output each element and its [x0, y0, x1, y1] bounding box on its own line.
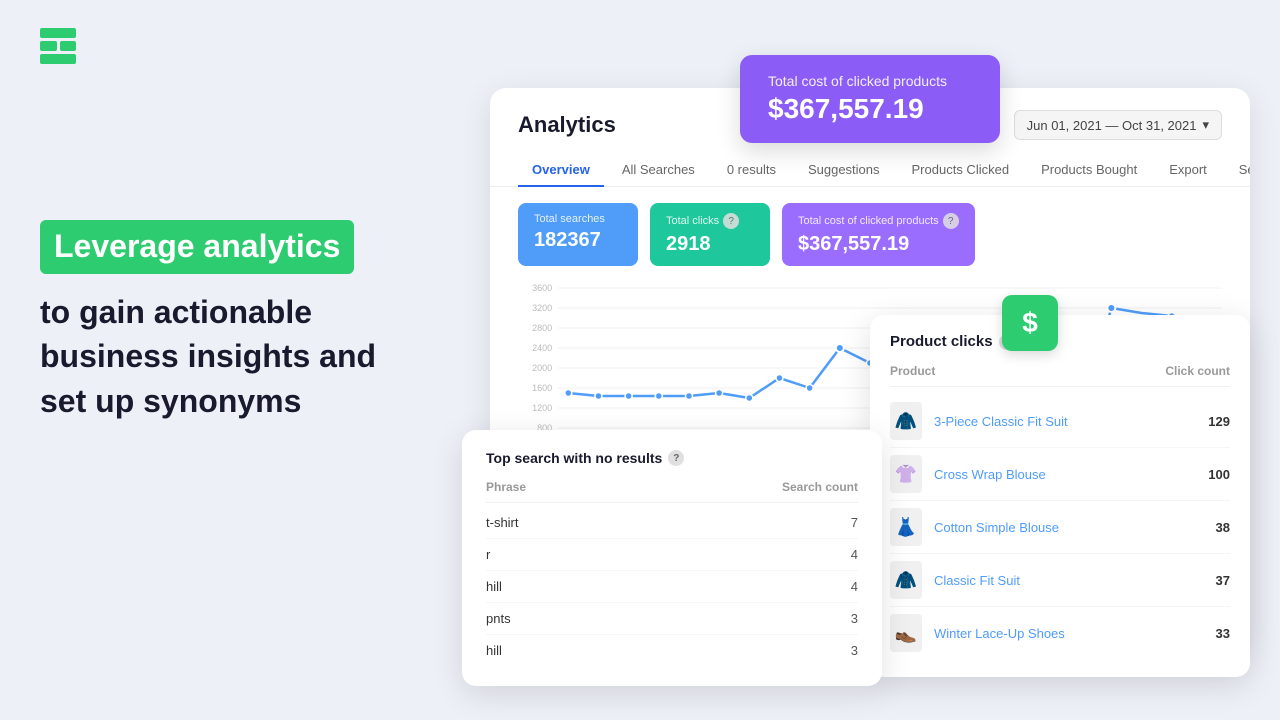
- svg-text:1600: 1600: [532, 383, 552, 393]
- svg-text:1200: 1200: [532, 403, 552, 413]
- stat-total-cost: Total cost of clicked products ? $367,55…: [782, 203, 975, 266]
- product-count-3: 38: [1216, 520, 1230, 535]
- nr-count-2: 4: [851, 547, 858, 562]
- list-item: hill 3: [486, 635, 858, 666]
- product-count-4: 37: [1216, 573, 1230, 588]
- product-clicks-title: Product clicks ?: [890, 333, 1230, 350]
- product-clicks-panel: Product clicks ? Product Click count 🧥 3…: [870, 315, 1250, 677]
- hero-body: to gain actionablebusiness insights ands…: [40, 290, 460, 424]
- tab-export[interactable]: Export: [1155, 154, 1221, 187]
- logo-cell-2: [60, 41, 77, 51]
- product-row: 👞 Winter Lace-Up Shoes 33: [890, 607, 1230, 659]
- tab-suggestions[interactable]: Suggestions: [794, 154, 894, 187]
- stat-cost-value: $367,557.19: [798, 233, 959, 256]
- nr-count-3: 4: [851, 579, 858, 594]
- product-name-3[interactable]: Cotton Simple Blouse: [934, 520, 1216, 535]
- tab-overview[interactable]: Overview: [518, 154, 604, 187]
- chevron-down-icon: ▾: [1202, 117, 1209, 133]
- svg-text:3200: 3200: [532, 303, 552, 313]
- nr-phrase-2: r: [486, 547, 490, 562]
- list-item: t-shirt 7: [486, 507, 858, 539]
- product-image-2: 👚: [890, 455, 922, 493]
- product-name-4[interactable]: Classic Fit Suit: [934, 573, 1216, 588]
- date-range-label: Jun 01, 2021 — Oct 31, 2021: [1027, 118, 1197, 133]
- svg-text:2000: 2000: [532, 363, 552, 373]
- cost-info-icon[interactable]: ?: [943, 213, 959, 229]
- no-results-panel: Top search with no results ? Phrase Sear…: [462, 430, 882, 686]
- product-image-1: 🧥: [890, 402, 922, 440]
- product-name-5[interactable]: Winter Lace-Up Shoes: [934, 626, 1216, 641]
- dollar-sign-button[interactable]: $: [1002, 295, 1058, 351]
- nr-phrase-1: t-shirt: [486, 515, 519, 530]
- date-range-picker[interactable]: Jun 01, 2021 — Oct 31, 2021 ▾: [1014, 110, 1222, 140]
- hero-section: Leverage analytics to gain actionablebus…: [40, 220, 460, 424]
- tab-0-results[interactable]: 0 results: [713, 154, 790, 187]
- product-clicks-table-header: Product Click count: [890, 364, 1230, 387]
- nr-col-phrase: Phrase: [486, 480, 526, 494]
- col-count-label: Click count: [1165, 364, 1230, 378]
- list-item: hill 4: [486, 571, 858, 603]
- nr-count-4: 3: [851, 611, 858, 626]
- tab-settings[interactable]: Settings: [1225, 154, 1250, 187]
- nr-phrase-4: pnts: [486, 611, 511, 626]
- analytics-title: Analytics: [518, 112, 616, 138]
- product-count-1: 129: [1208, 414, 1230, 429]
- stat-cards: Total searches 182367 Total clicks ? 291…: [490, 187, 1250, 266]
- product-name-2[interactable]: Cross Wrap Blouse: [934, 467, 1208, 482]
- list-item: pnts 3: [486, 603, 858, 635]
- tab-products-bought[interactable]: Products Bought: [1027, 154, 1151, 187]
- product-image-5: 👞: [890, 614, 922, 652]
- stat-total-clicks: Total clicks ? 2918: [650, 203, 770, 266]
- product-image-4: 🧥: [890, 561, 922, 599]
- svg-text:2400: 2400: [532, 343, 552, 353]
- app-logo: [40, 28, 76, 64]
- logo-cell-1: [40, 41, 57, 51]
- stat-cost-label: Total cost of clicked products ?: [798, 213, 959, 229]
- nav-tabs: Overview All Searches 0 results Suggesti…: [490, 154, 1250, 187]
- logo-row-1: [40, 28, 76, 38]
- nr-col-count: Search count: [782, 480, 858, 494]
- no-results-title: Top search with no results ?: [486, 450, 858, 466]
- tab-all-searches[interactable]: All Searches: [608, 154, 709, 187]
- no-results-info-icon[interactable]: ?: [668, 450, 684, 466]
- clicks-info-icon[interactable]: ?: [723, 213, 739, 229]
- stat-total-searches: Total searches 182367: [518, 203, 638, 266]
- hero-highlight: Leverage analytics: [40, 220, 354, 274]
- product-row: 👚 Cross Wrap Blouse 100: [890, 448, 1230, 501]
- no-results-list: t-shirt 7 r 4 hill 4 pnts 3 hill 3: [486, 507, 858, 666]
- product-clicks-list: 🧥 3-Piece Classic Fit Suit 129 👚 Cross W…: [890, 395, 1230, 659]
- logo-row-3: [40, 54, 76, 64]
- product-count-5: 33: [1216, 626, 1230, 641]
- product-row: 👗 Cotton Simple Blouse 38: [890, 501, 1230, 554]
- col-product-label: Product: [890, 364, 935, 378]
- nr-count-1: 7: [851, 515, 858, 530]
- tab-products-clicked[interactable]: Products Clicked: [898, 154, 1024, 187]
- svg-text:3600: 3600: [532, 283, 552, 293]
- nr-phrase-3: hill: [486, 579, 502, 594]
- product-count-2: 100: [1208, 467, 1230, 482]
- product-image-3: 👗: [890, 508, 922, 546]
- stat-searches-value: 182367: [534, 229, 622, 252]
- list-item: r 4: [486, 539, 858, 571]
- product-row: 🧥 Classic Fit Suit 37: [890, 554, 1230, 607]
- svg-text:2800: 2800: [532, 323, 552, 333]
- stat-clicks-label: Total clicks ?: [666, 213, 754, 229]
- tooltip-label: Total cost of clicked products: [768, 73, 972, 89]
- product-row: 🧥 3-Piece Classic Fit Suit 129: [890, 395, 1230, 448]
- no-results-table-header: Phrase Search count: [486, 480, 858, 503]
- stat-searches-label: Total searches: [534, 213, 622, 225]
- product-name-1[interactable]: 3-Piece Classic Fit Suit: [934, 414, 1208, 429]
- nr-phrase-5: hill: [486, 643, 502, 658]
- tooltip-card: Total cost of clicked products $367,557.…: [740, 55, 1000, 143]
- stat-clicks-value: 2918: [666, 233, 754, 256]
- nr-count-5: 3: [851, 643, 858, 658]
- tooltip-value: $367,557.19: [768, 93, 972, 125]
